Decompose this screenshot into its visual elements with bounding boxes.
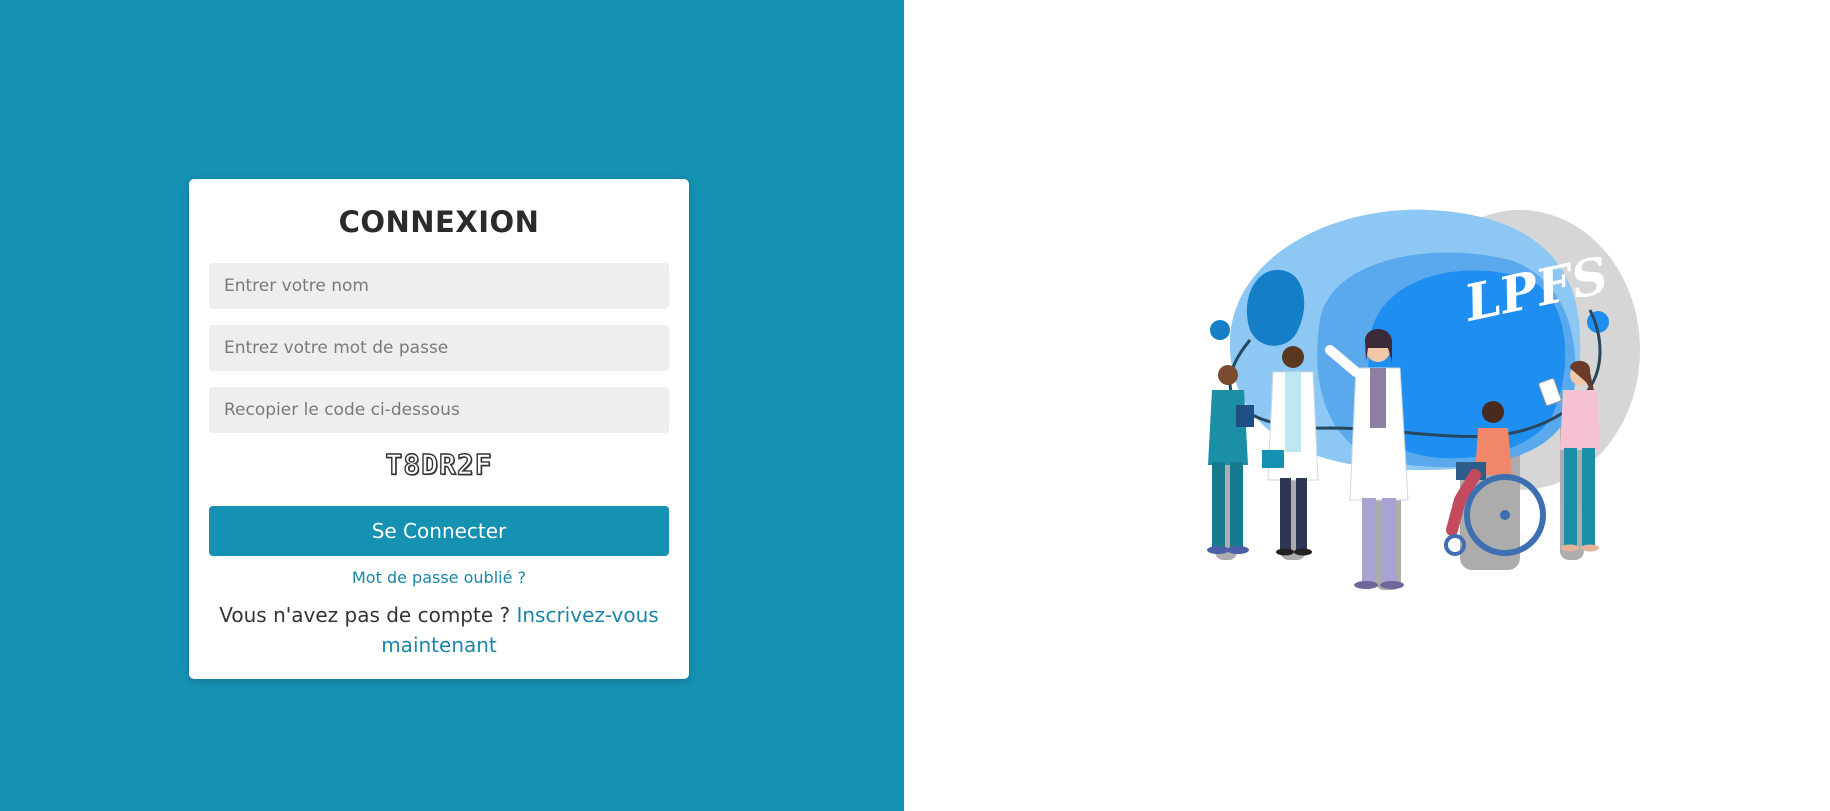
signup-prompt: Vous n'avez pas de compte ? Inscrivez-vo…	[209, 600, 669, 660]
forgot-password-link[interactable]: Mot de passe oublié ?	[189, 568, 689, 587]
login-card: CONNEXION T8DR2F Se Connecter Mot de pas…	[189, 179, 689, 679]
name-input[interactable]	[209, 263, 669, 309]
captcha-input[interactable]	[209, 387, 669, 433]
healthcare-team-illustration: LPFS	[1207, 209, 1640, 590]
login-button[interactable]: Se Connecter	[209, 506, 669, 556]
password-input[interactable]	[209, 325, 669, 371]
captcha-code: T8DR2F	[385, 447, 493, 481]
login-title: CONNEXION	[338, 205, 540, 239]
no-account-text: Vous n'avez pas de compte ?	[219, 603, 511, 627]
left-panel: CONNEXION T8DR2F Se Connecter Mot de pas…	[0, 0, 904, 811]
